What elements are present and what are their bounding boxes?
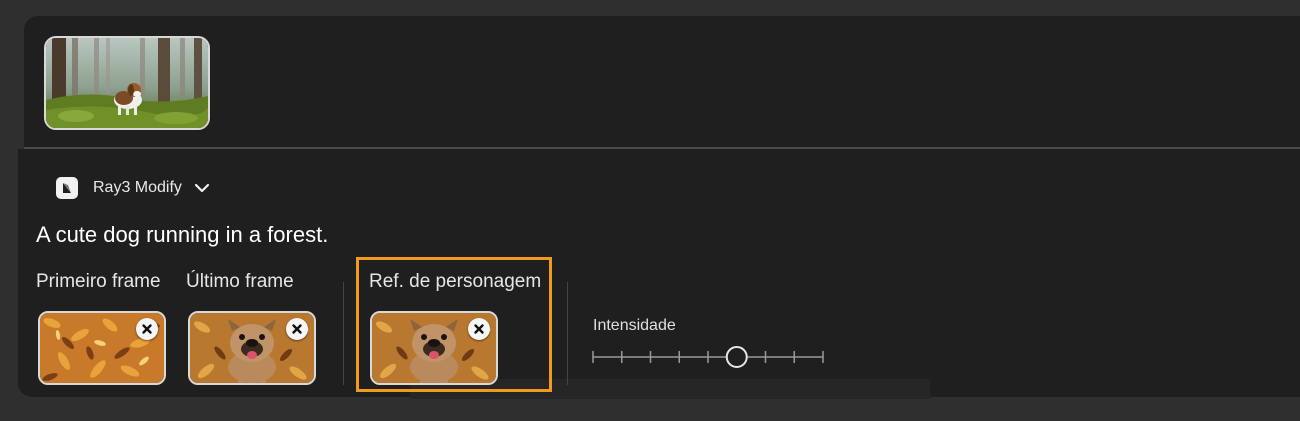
first-frame-thumbnail[interactable]: [38, 311, 166, 385]
model-name: Ray3 Modify: [93, 179, 182, 196]
last-frame-thumbnail[interactable]: [188, 311, 316, 385]
luma-logo-icon: [56, 177, 78, 199]
section-divider: [343, 282, 344, 385]
intensity-slider[interactable]: [592, 345, 824, 369]
chevron-down-icon[interactable]: [194, 183, 210, 193]
close-icon: [142, 324, 152, 334]
model-selector[interactable]: Ray3 Modify: [56, 177, 210, 199]
character-ref-highlight: [356, 257, 552, 392]
first-frame-label: Primeiro frame: [36, 271, 161, 292]
last-frame-label: Último frame: [186, 271, 294, 292]
remove-first-frame-button[interactable]: [136, 318, 158, 340]
source-video-thumbnail[interactable]: [44, 36, 210, 130]
intensity-label: Intensidade: [593, 317, 676, 334]
slider-thumb[interactable]: [725, 346, 748, 368]
forest-dog-image: [46, 38, 208, 128]
prompt-text[interactable]: A cute dog running in a forest.: [36, 222, 328, 248]
close-icon: [292, 324, 302, 334]
section-divider: [567, 282, 568, 385]
source-panel: [24, 16, 1300, 148]
remove-last-frame-button[interactable]: [286, 318, 308, 340]
